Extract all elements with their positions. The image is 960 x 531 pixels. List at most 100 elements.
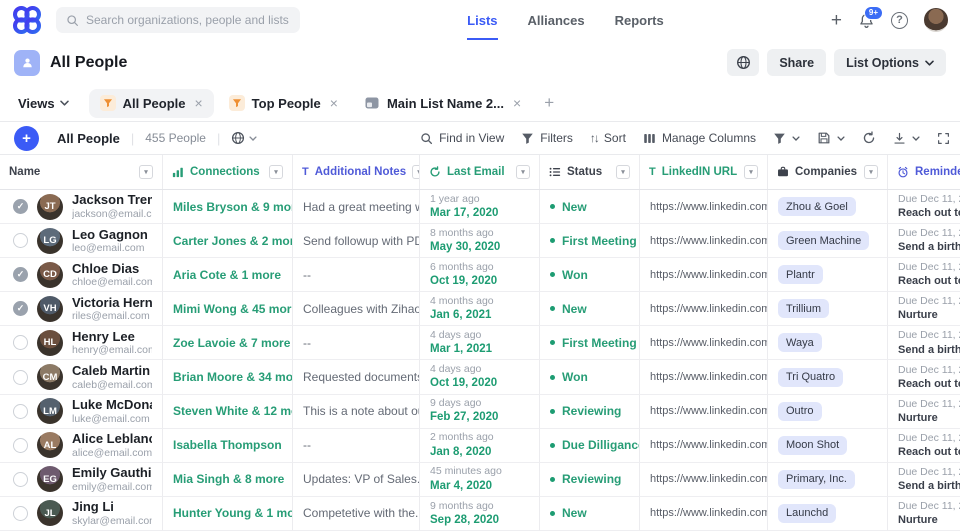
reminders-cell[interactable]: Due Dec 11, 20Reach out tod [888, 258, 960, 292]
linkedin-cell[interactable]: https://www.linkedin.com/... [640, 463, 768, 497]
status-cell[interactable]: Won [540, 258, 640, 292]
find-in-view-button[interactable]: Find in View [420, 131, 504, 145]
last-email-cell[interactable]: 1 year agoMar 17, 2020 [420, 190, 540, 224]
export-dropdown[interactable] [893, 132, 920, 145]
app-logo-icon[interactable] [12, 0, 42, 40]
close-icon[interactable]: × [194, 95, 202, 111]
company-badge[interactable]: Plantr [778, 265, 823, 284]
connections-cell[interactable]: Zoe Lavoie & 7 more [163, 326, 293, 360]
notes-cell[interactable]: This is a note about our... [293, 395, 420, 429]
column-header-status[interactable]: Status▾ [540, 155, 640, 189]
reminders-cell[interactable]: Due Dec 11, 20Nurture [888, 292, 960, 326]
column-menu-button[interactable]: ▾ [744, 165, 758, 179]
status-cell[interactable]: First Meeting [540, 326, 640, 360]
status-cell[interactable]: New [540, 292, 640, 326]
notes-cell[interactable]: -- [293, 326, 420, 360]
name-cell[interactable]: LMLuke McDonaldluke@email.com [0, 395, 163, 429]
company-badge[interactable]: Zhou & Goel [778, 197, 856, 216]
name-cell[interactable]: ✓JTJackson Tremblayjackson@email.com [0, 190, 163, 224]
row-checkbox[interactable] [13, 506, 28, 521]
filters-button[interactable]: Filters [521, 131, 573, 145]
name-cell[interactable]: CMCaleb Martincaleb@email.com [0, 360, 163, 394]
company-badge[interactable]: Green Machine [778, 231, 869, 250]
list-visibility-dropdown[interactable] [231, 131, 257, 145]
reminders-cell[interactable]: Due Dec 11, 20Reach out tod [888, 190, 960, 224]
view-tab-all-people[interactable]: All People× [89, 89, 214, 118]
column-menu-button[interactable]: ▾ [269, 165, 283, 179]
column-header-name[interactable]: Name▾ [0, 155, 163, 189]
visibility-globe-button[interactable] [727, 49, 759, 76]
linkedin-cell[interactable]: https://www.linkedin.com/... [640, 258, 768, 292]
companies-cell[interactable]: Green Machine [768, 224, 888, 258]
last-email-cell[interactable]: 45 minutes agoMar 4, 2020 [420, 463, 540, 497]
linkedin-cell[interactable]: https://www.linkedin.com/... [640, 326, 768, 360]
fullscreen-button[interactable] [937, 132, 950, 145]
companies-cell[interactable]: Tri Quatro [768, 360, 888, 394]
notifications-bell-icon[interactable]: 9+ [858, 12, 875, 29]
name-cell[interactable]: HLHenry Leehenry@email.com [0, 326, 163, 360]
name-cell[interactable]: JLJing Liskylar@email.com [0, 497, 163, 531]
reminders-cell[interactable]: Due Dec 11, 20Reach out tod [888, 360, 960, 394]
status-cell[interactable]: Reviewing [540, 463, 640, 497]
company-badge[interactable]: Launchd [778, 504, 836, 523]
company-badge[interactable]: Moon Shot [778, 436, 847, 455]
linkedin-cell[interactable]: https://www.linkedin.com/... [640, 429, 768, 463]
connections-cell[interactable]: Mimi Wong & 45 more [163, 292, 293, 326]
filter-presets-dropdown[interactable] [773, 132, 800, 145]
row-checkbox[interactable] [13, 335, 28, 350]
manage-columns-button[interactable]: Manage Columns [643, 131, 756, 145]
linkedin-cell[interactable]: https://www.linkedin.com/... [640, 292, 768, 326]
row-checkbox[interactable] [13, 370, 28, 385]
connections-cell[interactable]: Brian Moore & 34 more [163, 360, 293, 394]
notes-cell[interactable]: -- [293, 429, 420, 463]
notes-cell[interactable]: Requested documents... [293, 360, 420, 394]
linkedin-cell[interactable]: https://www.linkedin.com/... [640, 497, 768, 531]
last-email-cell[interactable]: 6 months agoOct 19, 2020 [420, 258, 540, 292]
add-record-button[interactable]: + [14, 126, 39, 151]
sort-button[interactable]: ↑↓ Sort [590, 131, 626, 145]
column-header-last-email[interactable]: Last Email▾ [420, 155, 540, 189]
share-button[interactable]: Share [767, 49, 826, 76]
reminders-cell[interactable]: Due Dec 11, 20Send a birthd [888, 463, 960, 497]
create-new-button[interactable]: + [831, 11, 842, 30]
status-cell[interactable]: First Meeting [540, 224, 640, 258]
notes-cell[interactable]: -- [293, 258, 420, 292]
status-cell[interactable]: New [540, 497, 640, 531]
connections-cell[interactable]: Hunter Young & 1 more [163, 497, 293, 531]
column-menu-button[interactable]: ▾ [616, 165, 630, 179]
help-icon[interactable]: ? [891, 12, 908, 29]
last-email-cell[interactable]: 9 days agoFeb 27, 2020 [420, 395, 540, 429]
companies-cell[interactable]: Outro [768, 395, 888, 429]
column-header-reminders[interactable]: Reminders▾ [888, 155, 960, 189]
companies-cell[interactable]: Launchd [768, 497, 888, 531]
name-cell[interactable]: ALAlice Leblancalice@email.com [0, 429, 163, 463]
companies-cell[interactable]: Primary, Inc. [768, 463, 888, 497]
notes-cell[interactable]: Had a great meeting w... [293, 190, 420, 224]
close-icon[interactable]: × [330, 95, 338, 111]
column-menu-button[interactable]: ▾ [516, 165, 530, 179]
column-header-linkedin-url[interactable]: TLinkedIN URL▾ [640, 155, 768, 189]
companies-cell[interactable]: Zhou & Goel [768, 190, 888, 224]
companies-cell[interactable]: Waya [768, 326, 888, 360]
last-email-cell[interactable]: 4 months agoJan 6, 2021 [420, 292, 540, 326]
close-icon[interactable]: × [513, 95, 521, 111]
user-avatar[interactable] [924, 8, 948, 32]
last-email-cell[interactable]: 2 months agoJan 8, 2020 [420, 429, 540, 463]
linkedin-cell[interactable]: https://www.linkedin.com/... [640, 395, 768, 429]
company-badge[interactable]: Primary, Inc. [778, 470, 855, 489]
row-checkbox[interactable]: ✓ [13, 267, 28, 282]
linkedin-cell[interactable]: https://www.linkedin.com/... [640, 360, 768, 394]
notes-cell[interactable]: Colleagues with Zihao... [293, 292, 420, 326]
column-header-connections[interactable]: Connections▾ [163, 155, 293, 189]
last-email-cell[interactable]: 9 months agoSep 28, 2020 [420, 497, 540, 531]
column-header-companies[interactable]: Companies▾ [768, 155, 888, 189]
sync-button[interactable] [862, 131, 876, 145]
status-cell[interactable]: New [540, 190, 640, 224]
column-header-additional-notes[interactable]: TAdditional Notes▾ [293, 155, 420, 189]
connections-cell[interactable]: Aria Cote & 1 more [163, 258, 293, 292]
linkedin-cell[interactable]: https://www.linkedin.com/... [640, 190, 768, 224]
notes-cell[interactable]: Send followup with PD... [293, 224, 420, 258]
name-cell[interactable]: ✓VHVictoria Hernandezriles@email.com [0, 292, 163, 326]
row-checkbox[interactable] [13, 472, 28, 487]
status-cell[interactable]: Won [540, 360, 640, 394]
